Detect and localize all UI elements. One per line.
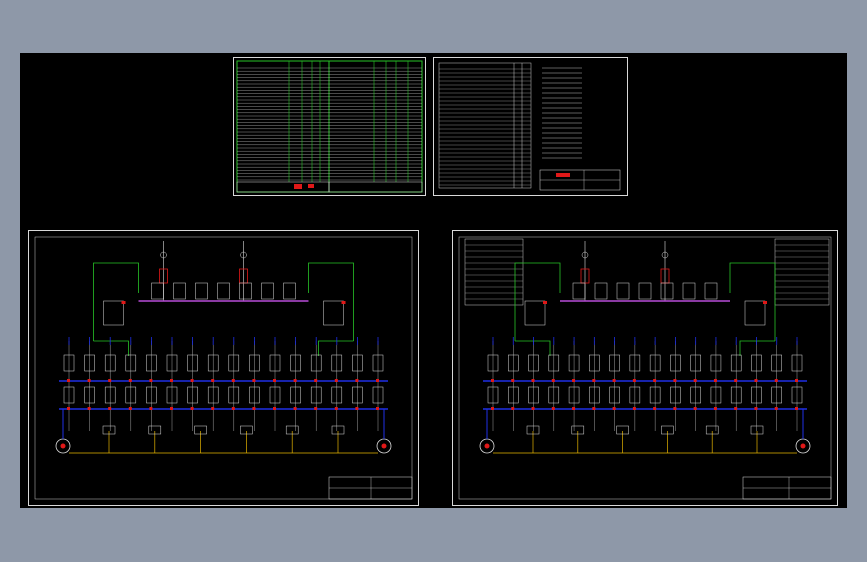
single-line-diagram-right bbox=[452, 230, 838, 506]
equipment-table-graphic bbox=[236, 60, 423, 193]
cad-model-space[interactable] bbox=[20, 53, 847, 508]
notes-table-graphic bbox=[438, 62, 621, 191]
single-line-diagram-graphic bbox=[458, 236, 832, 500]
single-line-diagram-graphic bbox=[34, 236, 413, 500]
legend-table-left bbox=[464, 238, 524, 306]
equipment-list-sheet-1 bbox=[233, 57, 426, 196]
legend-table-right bbox=[774, 238, 830, 306]
single-line-diagram-left bbox=[28, 230, 419, 506]
equipment-list-sheet-2 bbox=[433, 57, 628, 196]
